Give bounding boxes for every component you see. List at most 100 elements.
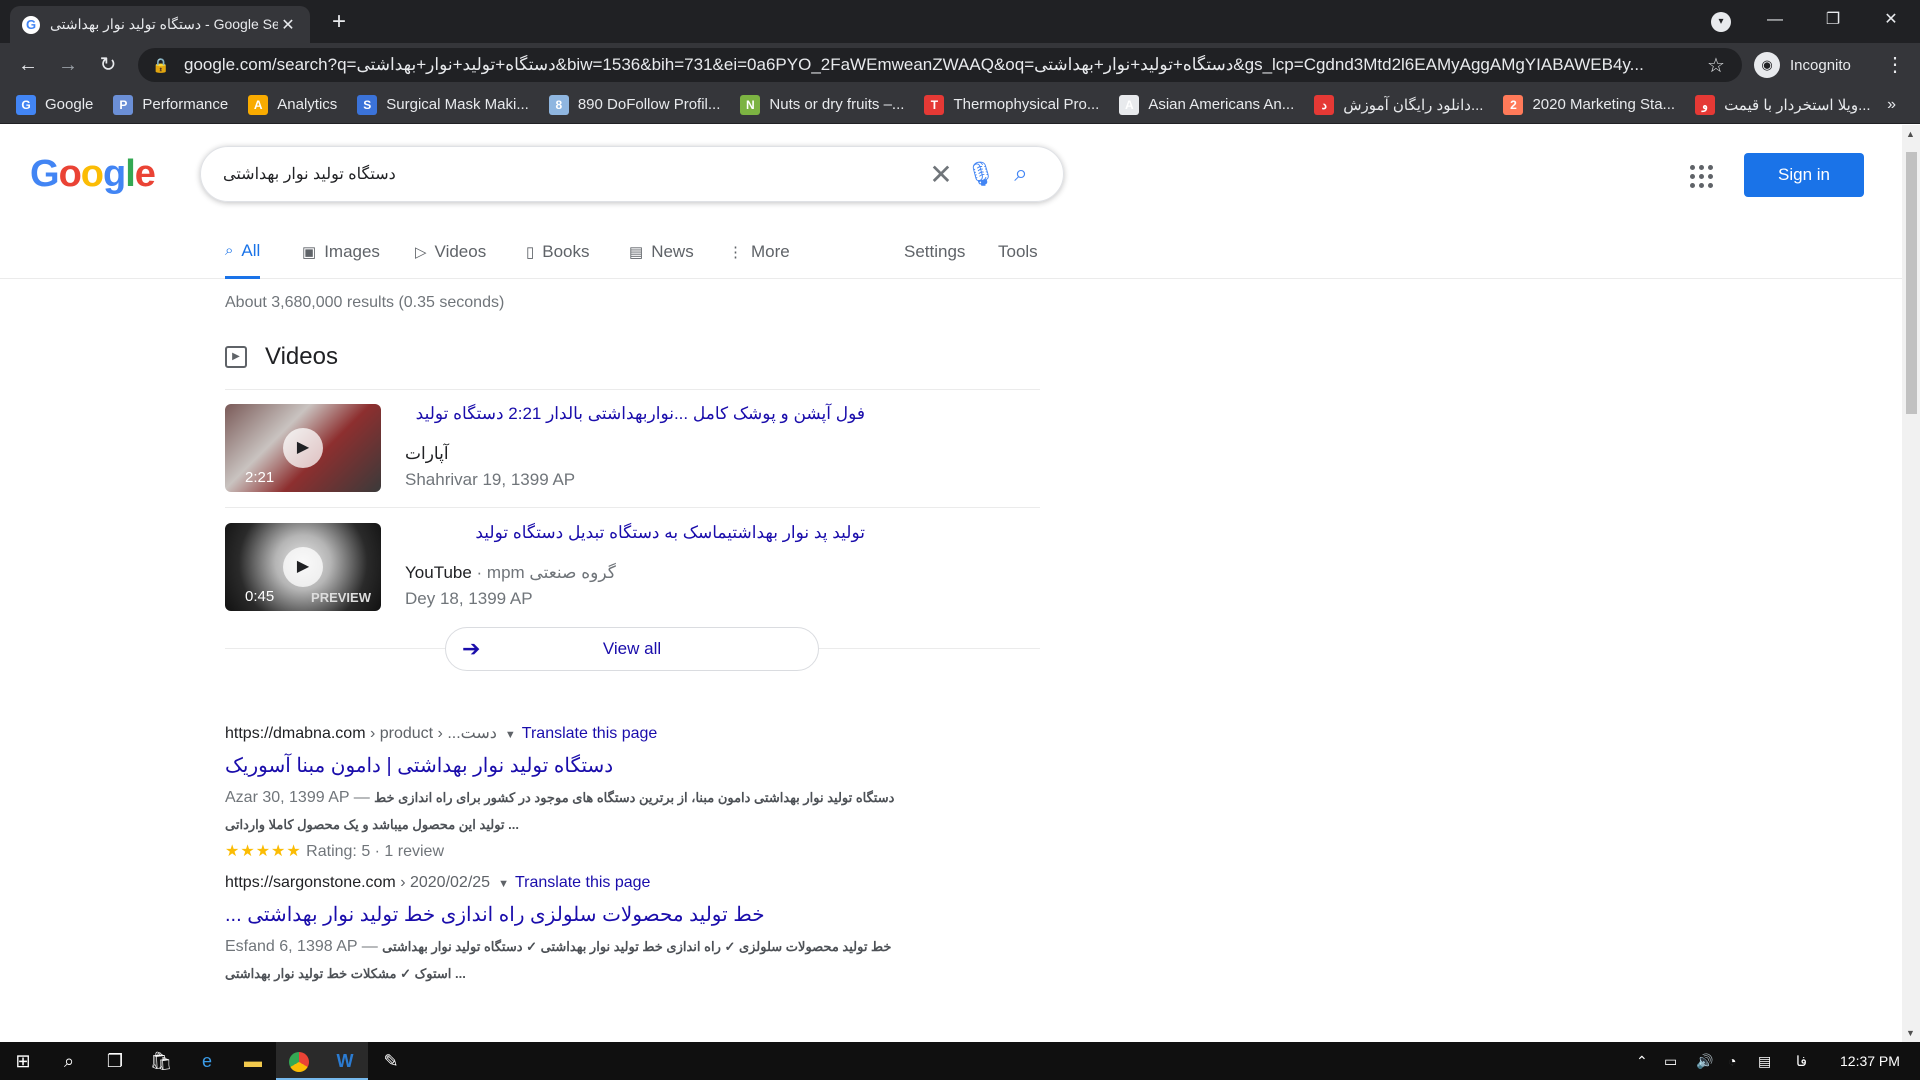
bookmark-item[interactable]: 2 2020 Marketing Sta... (1503, 94, 1676, 115)
clear-icon[interactable]: ✕ (921, 158, 961, 191)
bookmark-item[interactable]: 8 890 DoFollow Profil... (548, 94, 720, 115)
tab-news[interactable]: ▤ News (629, 225, 694, 279)
bookmark-item[interactable]: و ویلا استخردار با قیمت... (1695, 94, 1871, 115)
browser-tab[interactable]: G دستگاه تولید نوار بهداشتی - Google Sea… (10, 6, 310, 43)
tab-label: Tools (998, 242, 1038, 261)
result-domain[interactable]: https://dmabna.com (225, 725, 366, 742)
notification-icon[interactable]: ▤ (1758, 1042, 1771, 1080)
result-domain[interactable]: https://sargonstone.com (225, 874, 396, 891)
bookmark-item[interactable]: د دانلود رایگان آموزش... (1314, 94, 1484, 115)
close-window-button[interactable]: ✕ (1868, 0, 1914, 43)
tab-label: More (751, 242, 790, 261)
bookmark-item[interactable]: G Google (16, 94, 93, 115)
result-path: › product › ...دست (365, 725, 497, 742)
bookmark-item[interactable]: T Thermophysical Pro... (924, 94, 1099, 115)
lock-icon[interactable]: 🔒 (152, 57, 170, 74)
word-icon[interactable]: W (322, 1042, 368, 1080)
caret-down-icon[interactable]: ▼ (505, 729, 516, 741)
language-indicator[interactable]: فا (1796, 1042, 1807, 1080)
search-icon[interactable]: ⌕ (1001, 160, 1041, 188)
google-logo[interactable]: Google (30, 153, 156, 196)
tab-search-icon[interactable]: ▾ (1711, 12, 1731, 32)
incognito-indicator[interactable]: ◉ Incognito (1754, 49, 1851, 81)
search-tabs: ⌕ All ▣ Images ▷ Videos ▯ Books ▤ News ⋮ More … (0, 225, 1902, 279)
bookmark-label: Nuts or dry fruits –... (769, 96, 905, 113)
tab-images[interactable]: ▣ Images (302, 225, 380, 279)
play-icon: ▶ (283, 547, 323, 587)
bookmark-star-icon[interactable]: ☆ (1704, 53, 1728, 78)
google-apps-icon[interactable] (1690, 165, 1714, 189)
swirl-icon: S (357, 94, 378, 115)
result-cite: https://sargonstone.com › 2020/02/25 ▼ Tra… (225, 874, 1025, 892)
address-bar[interactable]: 🔒 google.com/search?q=دستگاه+تولید+نوار+… (138, 48, 1742, 82)
page-scrollbar[interactable]: ▲ ▼ (1902, 125, 1920, 1042)
scroll-up-icon[interactable]: ▲ (1906, 129, 1915, 139)
view-all-button[interactable]: ➔ View all (445, 627, 819, 671)
video-result[interactable]: ▶ 2:21 فول آپشن و پوشک کامل ...نواربهداش… (225, 404, 1040, 492)
video-title[interactable]: فول آپشن و پوشک کامل ...نواربهداشتی بالد… (405, 404, 865, 424)
back-icon[interactable]: ← (12, 49, 44, 81)
result-title[interactable]: خط تولید محصولات سلولزی راه اندازی خط تو… (225, 902, 1025, 927)
video-result[interactable]: ▶ 0:45 PREVIEW تولید پد نوار بهداشتیماسک… (225, 523, 1040, 611)
tab-books[interactable]: ▯ Books (526, 225, 590, 279)
tab-all[interactable]: ⌕ All (225, 225, 261, 279)
translate-link[interactable]: Translate this page (515, 874, 650, 891)
red-line-icon: T (924, 94, 945, 115)
clock[interactable]: 12:37 PM (1840, 1042, 1900, 1080)
url-text[interactable]: google.com/search?q=دستگاه+تولید+نوار+به… (184, 55, 1704, 75)
logo-letter: l (125, 153, 136, 195)
tab-videos[interactable]: ▷ Videos (415, 225, 486, 279)
edge-icon[interactable]: e (184, 1042, 230, 1080)
video-thumbnail[interactable]: ▶ 2:21 (225, 404, 381, 492)
divider (225, 389, 1040, 390)
result-title[interactable]: دستگاه تولید نوار بهداشتی | دامون مبنا آ… (225, 753, 1025, 778)
microphone-icon[interactable]: 🎙 (961, 160, 1001, 189)
bookmarks-overflow-icon[interactable]: » (1887, 96, 1896, 114)
bookmark-item[interactable]: S Surgical Mask Maki... (357, 94, 529, 115)
search-input[interactable]: دستگاه تولید نوار بهداشتی (223, 164, 921, 184)
bookmark-label: دانلود رایگان آموزش... (1343, 96, 1484, 114)
bookmark-item[interactable]: A Analytics (248, 94, 337, 115)
tab-settings[interactable]: Settings (904, 225, 965, 279)
tab-close-icon[interactable]: ✕ (278, 15, 298, 35)
bookmark-item[interactable]: N Nuts or dry fruits –... (740, 94, 905, 115)
video-title[interactable]: تولید پد نوار بهداشتیماسک به دستگاه تبدی… (405, 523, 865, 543)
bookmark-item[interactable]: A Asian Americans An... (1119, 94, 1294, 115)
news-icon: ▤ (629, 244, 644, 261)
scroll-down-icon[interactable]: ▼ (1906, 1028, 1915, 1038)
result-snippet: Azar 30, 1399 AP — دستگاه تولید نوار بهد… (225, 784, 1025, 865)
bookmark-item[interactable]: P Performance (113, 94, 228, 115)
caret-down-icon[interactable]: ▼ (498, 878, 509, 890)
store-icon[interactable]: 🛍 (138, 1042, 184, 1080)
scrollbar-thumb[interactable] (1906, 152, 1917, 414)
snippet-dash: — (357, 938, 383, 955)
search-box[interactable]: دستگاه تولید نوار بهداشتی ✕ 🎙 ⌕ (200, 146, 1064, 202)
show-hidden-icons-icon[interactable]: ⌃ (1636, 1042, 1648, 1080)
search-result: https://sargonstone.com › 2020/02/25 ▼ Tra… (225, 874, 1025, 987)
volume-icon[interactable]: 🔊 (1696, 1042, 1713, 1080)
new-tab-button[interactable]: + (325, 8, 353, 36)
forward-icon[interactable]: → (52, 49, 84, 81)
video-thumbnail[interactable]: ▶ 0:45 PREVIEW (225, 523, 381, 611)
chrome-menu-icon[interactable]: ⋮ (1882, 49, 1908, 81)
arrow-right-icon: ➔ (462, 636, 481, 661)
reload-icon[interactable]: ↻ (92, 49, 124, 81)
app-icon[interactable]: ✎ (368, 1042, 414, 1080)
translate-link[interactable]: Translate this page (522, 725, 657, 742)
search-icon[interactable]: ⌕ (46, 1042, 92, 1080)
image-icon: ▣ (302, 244, 317, 261)
chrome-icon[interactable] (276, 1042, 322, 1080)
tab-more[interactable]: ⋮ More (728, 225, 790, 279)
sign-in-button[interactable]: Sign in (1744, 153, 1864, 197)
incognito-icon: ◉ (1754, 52, 1780, 78)
logo-letter: e (134, 153, 156, 195)
minimize-button[interactable]: — (1752, 0, 1798, 43)
wifi-icon[interactable]: ◔ (1728, 1042, 1736, 1080)
task-view-icon[interactable]: ❐ (92, 1042, 138, 1080)
tab-tools[interactable]: Tools (998, 225, 1038, 279)
battery-icon[interactable]: ▭ (1664, 1042, 1677, 1080)
file-explorer-icon[interactable]: ▬ (230, 1042, 276, 1080)
windows-start-icon[interactable]: ⊞ (0, 1042, 46, 1080)
bookmark-label: 2020 Marketing Sta... (1532, 96, 1676, 113)
restore-button[interactable]: ❐ (1810, 0, 1856, 43)
